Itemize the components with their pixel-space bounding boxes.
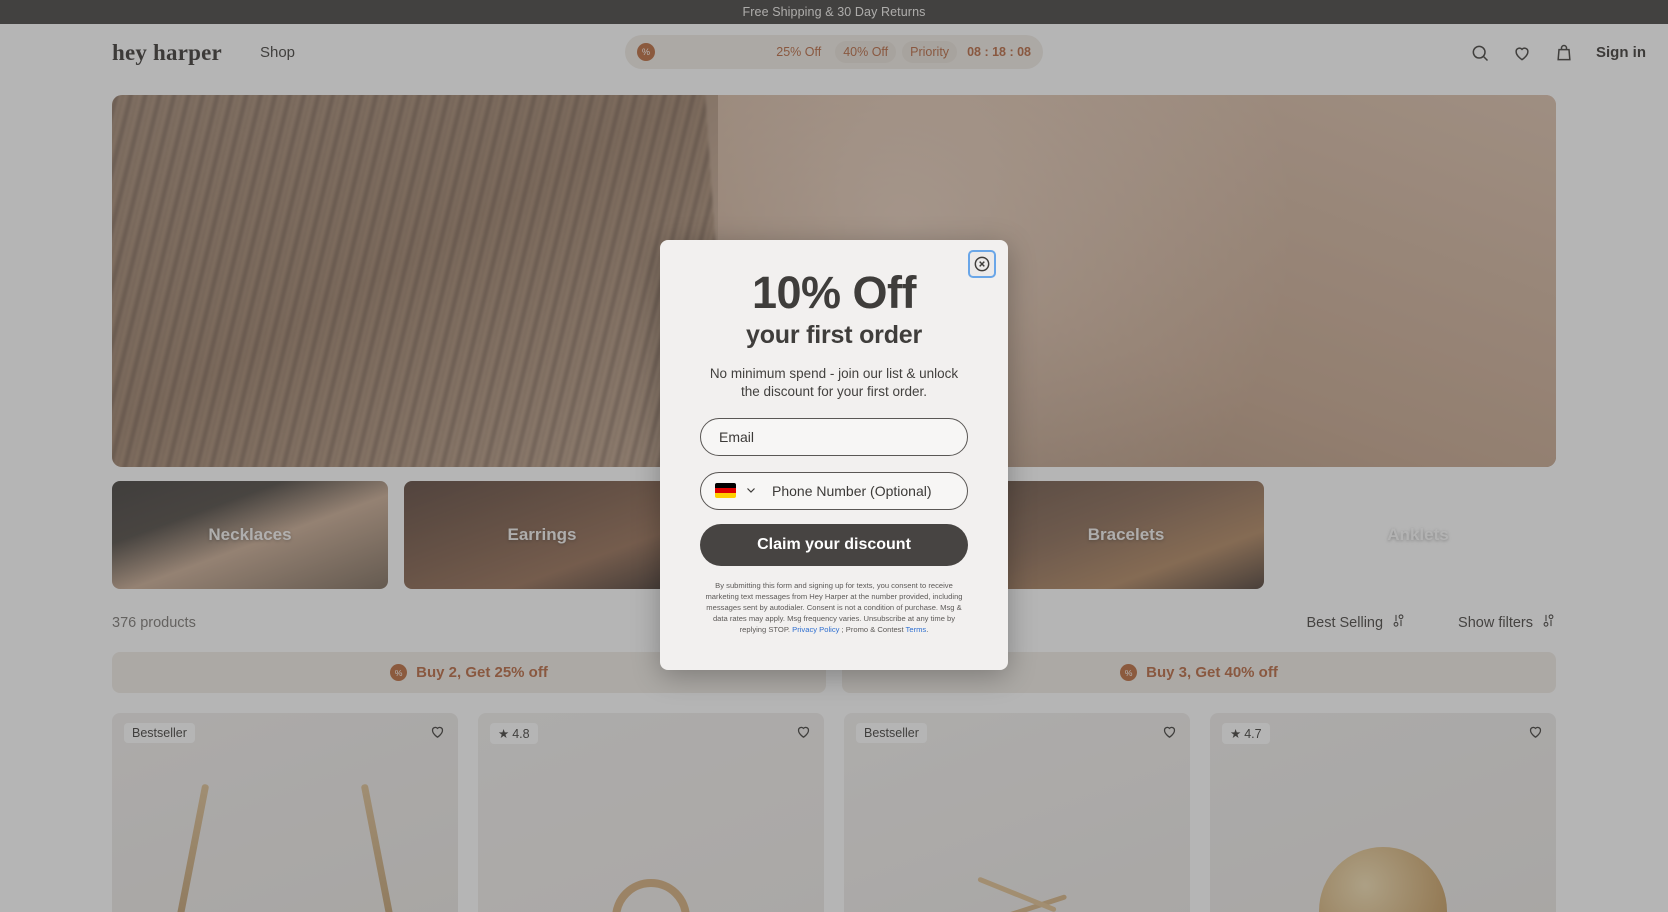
- legal-mid-text: ; Promo & Contest: [839, 624, 906, 634]
- email-placeholder: Email: [719, 428, 755, 445]
- page-root: Free Shipping & 30 Day Returns hey harpe…: [0, 0, 1668, 912]
- claim-discount-button[interactable]: Claim your discount: [700, 523, 968, 566]
- modal-headline: 10% Off: [751, 267, 917, 318]
- email-field[interactable]: Email: [700, 417, 968, 456]
- close-icon[interactable]: [968, 250, 996, 278]
- legal-disclaimer: By submitting this form and signing up f…: [700, 580, 968, 635]
- legal-end-text: .: [926, 624, 929, 634]
- modal-description: No minimum spend - join our list & unloc…: [709, 366, 959, 400]
- privacy-policy-link[interactable]: Privacy Policy: [792, 625, 839, 634]
- contest-terms-link[interactable]: Terms: [906, 625, 927, 634]
- modal-subheadline: your first order: [746, 321, 922, 349]
- newsletter-signup-modal: 10% Off your first order No minimum spen…: [660, 240, 1008, 670]
- chevron-down-icon[interactable]: [745, 483, 757, 499]
- phone-field[interactable]: Phone Number (Optional): [700, 471, 968, 510]
- phone-placeholder: Phone Number (Optional): [772, 482, 932, 499]
- germany-flag-icon: [715, 483, 736, 499]
- cta-label: Claim your discount: [757, 535, 911, 553]
